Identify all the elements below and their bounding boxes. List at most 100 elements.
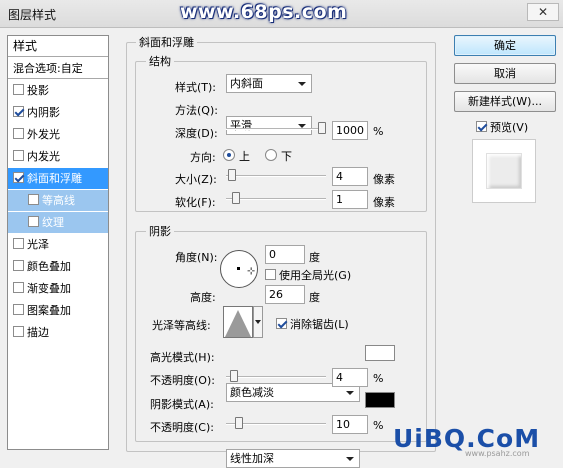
- style-item-10[interactable]: 图案叠加: [8, 300, 108, 321]
- antialias-checkbox[interactable]: 消除锯齿(L): [276, 316, 349, 332]
- technique-select-value: 平滑: [230, 119, 252, 132]
- style-item-label: 纹理: [42, 216, 64, 229]
- soften-slider-thumb[interactable]: [231, 192, 240, 204]
- shadow-opacity-input[interactable]: 10: [332, 415, 368, 434]
- global-light-check-icon: [265, 269, 276, 280]
- style-item-label: 内阴影: [27, 106, 60, 119]
- chevron-down-icon: [255, 320, 261, 324]
- direction-down-label: 下: [281, 150, 292, 163]
- shadow-opacity-thumb[interactable]: [235, 417, 244, 429]
- angle-unit: 度: [309, 251, 320, 264]
- altitude-input[interactable]: 26: [265, 285, 305, 304]
- style-item-label: 等高线: [42, 194, 75, 207]
- checkbox-icon[interactable]: [13, 260, 24, 271]
- checkbox-icon[interactable]: [13, 128, 24, 139]
- angle-dial-center: [237, 267, 240, 270]
- style-item-label: 图案叠加: [27, 304, 71, 317]
- style-item-label: 颜色叠加: [27, 260, 71, 273]
- preview-check-icon: [476, 121, 487, 132]
- chevron-down-icon: [346, 457, 354, 461]
- new-style-button[interactable]: 新建样式(W)...: [454, 91, 556, 112]
- style-item-label: 内发光: [27, 150, 60, 163]
- style-item-0[interactable]: 投影: [8, 80, 108, 101]
- shadow-color-swatch[interactable]: [365, 392, 395, 408]
- highlight-mode-label: 高光模式(H):: [150, 351, 215, 364]
- watermark-url: www.psahz.com: [465, 449, 530, 458]
- style-item-4[interactable]: 斜面和浮雕: [8, 168, 108, 189]
- checkbox-icon[interactable]: [13, 326, 24, 337]
- style-select[interactable]: 内斜面: [226, 74, 312, 93]
- direction-up-label: 上: [239, 150, 250, 163]
- gloss-contour-dropdown[interactable]: [253, 306, 263, 338]
- highlight-opacity-thumb[interactable]: [229, 370, 238, 382]
- preview-label: 预览(V): [490, 121, 529, 134]
- style-item-label: 投影: [27, 84, 49, 97]
- shadow-mode-label: 阴影模式(A):: [150, 398, 214, 411]
- depth-input[interactable]: 1000: [332, 121, 368, 140]
- highlight-opacity-track[interactable]: [226, 376, 326, 378]
- preview-checkbox[interactable]: 预览(V): [476, 119, 528, 135]
- style-item-2[interactable]: 外发光: [8, 124, 108, 145]
- chevron-down-icon: [346, 391, 354, 395]
- checkbox-icon[interactable]: [13, 150, 24, 161]
- gloss-contour-preview[interactable]: [223, 306, 253, 338]
- antialias-label: 消除锯齿(L): [290, 318, 349, 331]
- bevel-emboss-title: 斜面和浮雕: [136, 34, 197, 50]
- depth-slider-thumb[interactable]: [318, 122, 326, 134]
- ok-button[interactable]: 确定: [454, 35, 556, 56]
- altitude-unit: 度: [309, 291, 320, 304]
- direction-down-radio[interactable]: [265, 149, 277, 161]
- style-label: 样式(T):: [175, 81, 217, 94]
- checkbox-icon[interactable]: [28, 216, 39, 227]
- highlight-opacity-input[interactable]: 4: [332, 368, 368, 387]
- style-item-3[interactable]: 内发光: [8, 146, 108, 167]
- watermark-top: www.68ps.com: [180, 1, 348, 23]
- checkbox-icon[interactable]: [13, 84, 24, 95]
- checkbox-icon[interactable]: [28, 194, 39, 205]
- style-item-9[interactable]: 渐变叠加: [8, 278, 108, 299]
- style-item-6[interactable]: 纹理: [8, 212, 108, 233]
- checkbox-icon[interactable]: [13, 304, 24, 315]
- style-item-1[interactable]: 内阴影: [8, 102, 108, 123]
- gloss-contour-curve: [225, 310, 251, 337]
- checkbox-icon[interactable]: [13, 282, 24, 293]
- technique-select[interactable]: 平滑: [226, 116, 312, 135]
- preview-box: [472, 139, 536, 203]
- structure-title: 结构: [146, 53, 174, 69]
- checkbox-icon[interactable]: [13, 172, 24, 183]
- depth-label: 深度(D):: [175, 127, 218, 140]
- highlight-opacity-unit: %: [373, 372, 384, 385]
- shadow-opacity-label: 不透明度(C):: [150, 421, 214, 434]
- size-slider-track[interactable]: [226, 175, 326, 177]
- shadow-mode-select[interactable]: 线性加深: [226, 449, 360, 468]
- shadow-opacity-unit: %: [373, 419, 384, 432]
- styles-header[interactable]: 样式: [8, 36, 108, 57]
- style-item-7[interactable]: 光泽: [8, 234, 108, 255]
- close-button[interactable]: ✕: [527, 3, 559, 21]
- size-input[interactable]: 4: [332, 167, 368, 186]
- size-slider-thumb[interactable]: [227, 169, 236, 181]
- size-unit: 像素: [373, 173, 395, 186]
- style-item-5[interactable]: 等高线: [8, 190, 108, 211]
- technique-label: 方法(Q):: [175, 104, 218, 117]
- antialias-check-icon: [276, 318, 287, 329]
- style-item-label: 描边: [27, 326, 49, 339]
- soften-slider-track[interactable]: [226, 198, 326, 200]
- crosshair-icon: ⊹: [247, 266, 256, 277]
- angle-input[interactable]: 0: [265, 245, 305, 264]
- gloss-contour-label: 光泽等高线:: [152, 319, 211, 332]
- style-item-11[interactable]: 描边: [8, 322, 108, 343]
- style-select-value: 内斜面: [230, 77, 263, 90]
- direction-up-radio[interactable]: [223, 149, 235, 161]
- preview-swatch: [487, 154, 521, 188]
- blending-options-item[interactable]: 混合选项:自定: [8, 58, 108, 79]
- checkbox-icon[interactable]: [13, 106, 24, 117]
- highlight-color-swatch[interactable]: [365, 345, 395, 361]
- cancel-button[interactable]: 取消: [454, 63, 556, 84]
- global-light-checkbox[interactable]: 使用全局光(G): [265, 267, 351, 283]
- soften-input[interactable]: 1: [332, 190, 368, 209]
- depth-slider-track[interactable]: [226, 128, 326, 130]
- style-item-8[interactable]: 颜色叠加: [8, 256, 108, 277]
- style-item-label: 外发光: [27, 128, 60, 141]
- checkbox-icon[interactable]: [13, 238, 24, 249]
